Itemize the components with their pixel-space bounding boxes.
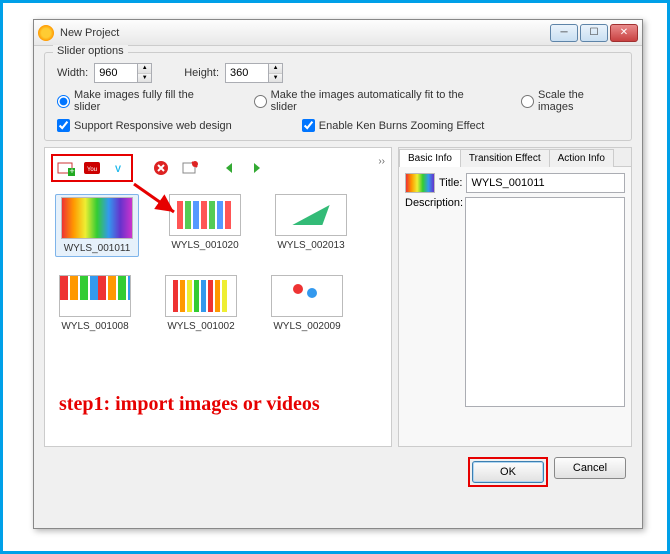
description-label: Description: — [405, 197, 461, 407]
title-label: Title: — [439, 177, 462, 189]
svg-text:V: V — [115, 164, 121, 174]
width-label: Width: — [57, 67, 88, 79]
image-list-pane: + You V — [44, 147, 392, 447]
annotation-step1: step1: import images or videos — [59, 393, 320, 416]
thumb-item[interactable]: WYLS_001011 — [55, 194, 139, 257]
ok-button[interactable]: OK — [472, 461, 544, 483]
thumb-item[interactable]: WYLS_001020 — [165, 194, 245, 257]
expand-handle[interactable]: ›› — [378, 156, 385, 167]
add-vimeo-button[interactable]: V — [106, 157, 130, 179]
cancel-button[interactable]: Cancel — [554, 457, 626, 479]
move-right-button[interactable] — [245, 157, 269, 179]
height-label: Height: — [184, 67, 219, 79]
thumb-item[interactable]: WYLS_002013 — [271, 194, 351, 257]
ok-highlight: OK — [468, 457, 548, 487]
add-youtube-button[interactable]: You — [80, 157, 104, 179]
minimize-button[interactable]: ─ — [550, 24, 578, 42]
info-pane: Basic Info Transition Effect Action Info… — [398, 147, 632, 447]
window-title: New Project — [60, 27, 550, 39]
app-icon — [38, 25, 54, 41]
new-project-dialog: New Project ─ ☐ ✕ Slider options Width: … — [33, 19, 643, 529]
thumb-item[interactable]: WYLS_001002 — [161, 275, 241, 332]
tab-action-info[interactable]: Action Info — [549, 149, 614, 167]
width-input[interactable] — [94, 63, 138, 83]
titlebar[interactable]: New Project ─ ☐ ✕ — [34, 20, 642, 46]
radio-fill[interactable]: Make images fully fill the slider — [57, 89, 218, 113]
tab-transition-effect[interactable]: Transition Effect — [460, 149, 550, 167]
radio-scale[interactable]: Scale the images — [521, 89, 619, 113]
close-button[interactable]: ✕ — [610, 24, 638, 42]
svg-text:+: + — [69, 166, 74, 176]
thumb-item[interactable]: WYLS_002009 — [267, 275, 347, 332]
check-kenburns[interactable]: Enable Ken Burns Zooming Effect — [302, 119, 485, 132]
clear-button[interactable] — [177, 157, 201, 179]
slider-options-group: Slider options Width: ▲▼ Height: ▲▼ Ma — [44, 52, 632, 141]
thumb-item[interactable]: WYLS_001008 — [55, 275, 135, 332]
slider-options-legend: Slider options — [53, 45, 128, 57]
title-input[interactable] — [466, 173, 625, 193]
height-input[interactable] — [225, 63, 269, 83]
import-buttons-highlight: + You V — [51, 154, 133, 182]
check-responsive[interactable]: Support Responsive web design — [57, 119, 232, 132]
svg-text:You: You — [87, 167, 97, 173]
radio-auto[interactable]: Make the images automatically fit to the… — [254, 89, 485, 113]
description-textarea[interactable] — [465, 197, 625, 407]
width-spinner[interactable]: ▲▼ — [138, 63, 152, 83]
move-left-button[interactable] — [217, 157, 241, 179]
delete-button[interactable] — [149, 157, 173, 179]
maximize-button[interactable]: ☐ — [580, 24, 608, 42]
tab-basic-info[interactable]: Basic Info — [399, 149, 461, 167]
selected-thumb-preview — [405, 173, 435, 193]
add-image-button[interactable]: + — [54, 157, 78, 179]
height-spinner[interactable]: ▲▼ — [269, 63, 283, 83]
